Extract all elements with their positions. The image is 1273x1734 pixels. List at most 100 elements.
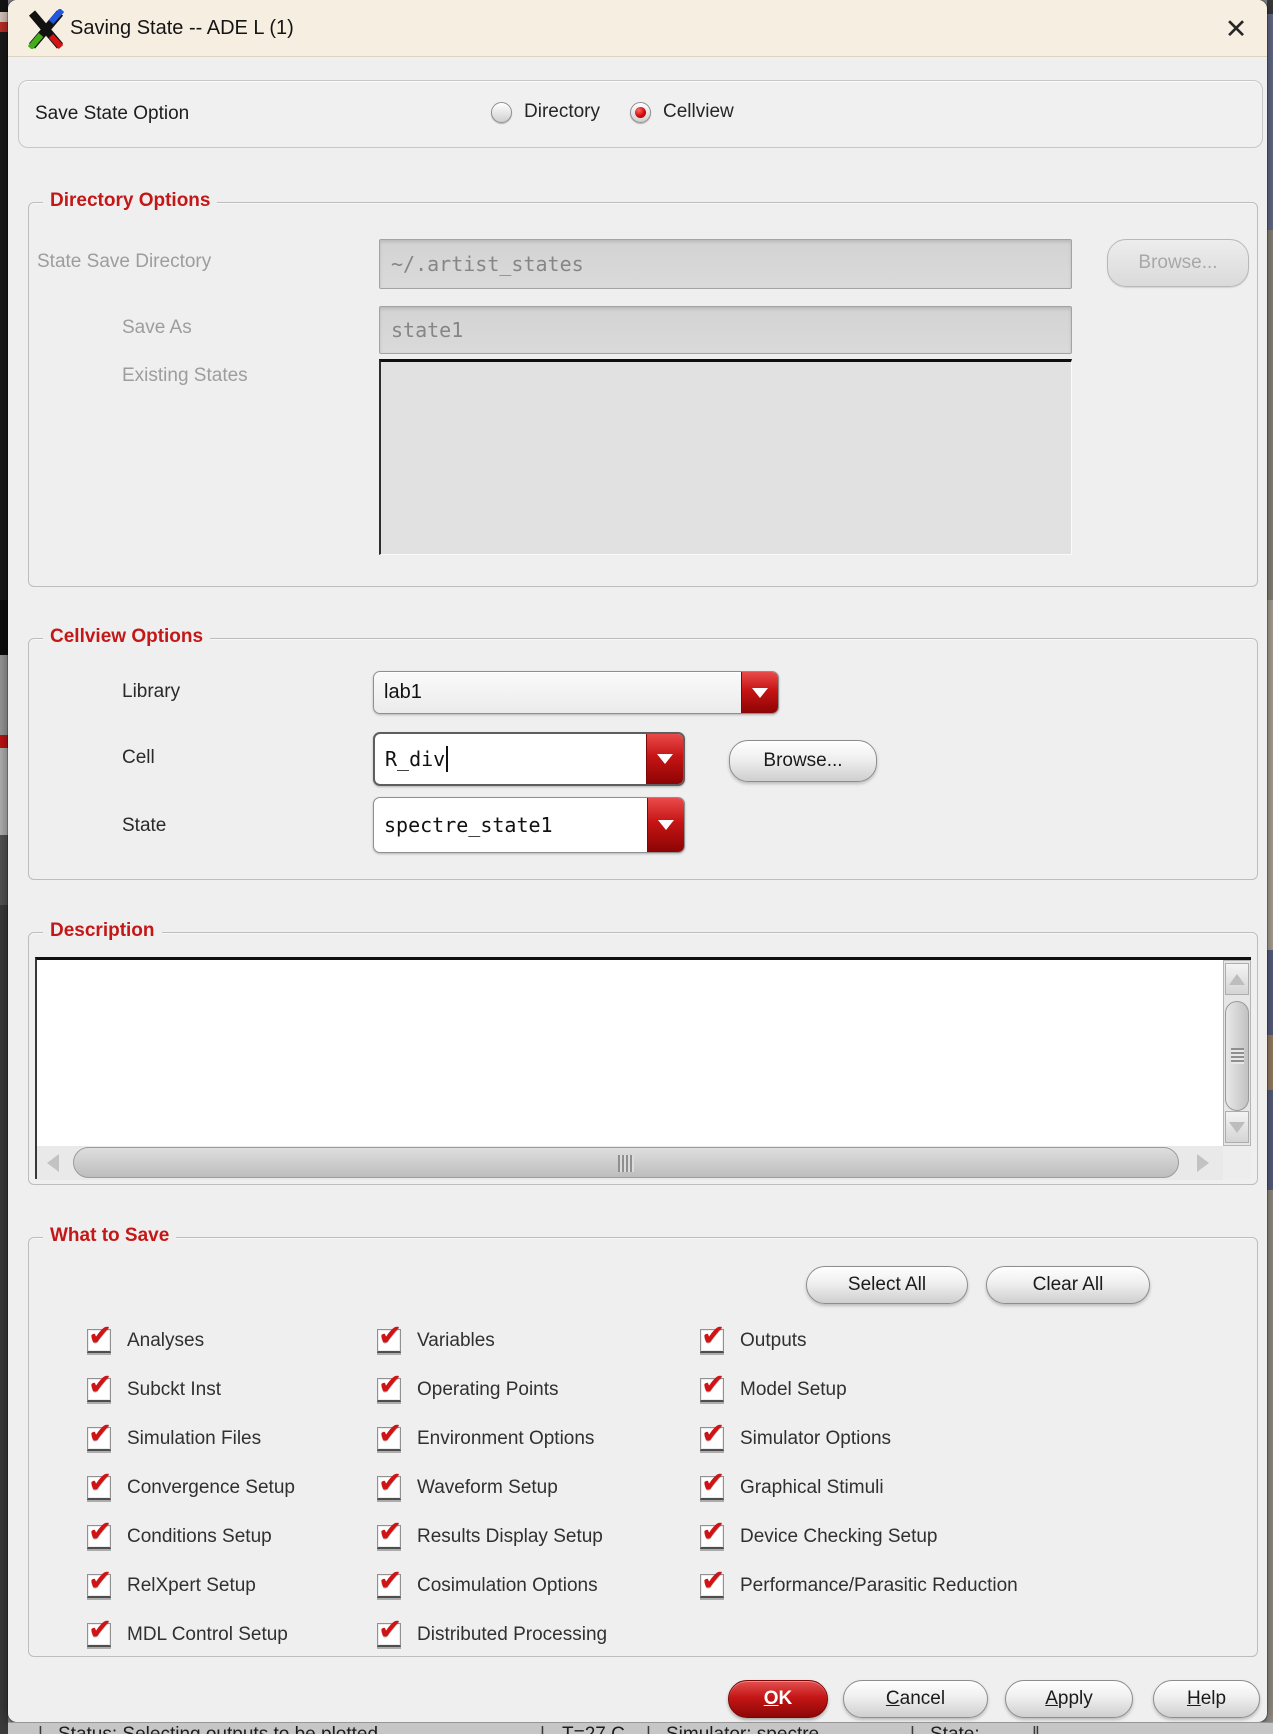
group-description: Description	[28, 920, 1258, 1185]
checkbox-item[interactable]: ✔ Model Setup	[700, 1365, 1241, 1414]
what-to-save-checkbox-grid: ✔ Analyses ✔ Variables ✔ Outputs ✔ Subckt In…	[87, 1316, 1241, 1659]
state-value[interactable]: spectre_state1	[374, 798, 647, 852]
checkbox-item[interactable]: ✔ Analyses	[87, 1316, 377, 1365]
what-to-save-title: What to Save	[43, 1225, 177, 1247]
library-dropdown-button[interactable]	[741, 672, 778, 713]
checkbox-checked-icon[interactable]: ✔	[87, 1614, 112, 1647]
checkbox-item[interactable]: ✔ Simulation Files	[87, 1414, 377, 1463]
checkbox-item[interactable]: ✔ Variables	[377, 1316, 700, 1365]
browse-directory-button: Browse...	[1107, 239, 1249, 287]
checkbox-item[interactable]: ✔ Convergence Setup	[87, 1463, 377, 1512]
cancel-button[interactable]: Cancel	[843, 1680, 988, 1718]
checkbox-checked-icon[interactable]: ✔	[377, 1516, 402, 1549]
state-dropdown-button[interactable]	[647, 798, 684, 852]
state-combobox[interactable]: spectre_state1	[373, 797, 685, 853]
browse-cell-button[interactable]: Browse...	[729, 740, 877, 782]
checkbox-checked-icon[interactable]: ✔	[700, 1418, 725, 1451]
radio-cellview-label[interactable]: Cellview	[663, 101, 734, 123]
scroll-left-button[interactable]	[37, 1148, 69, 1177]
checkbox-checked-icon[interactable]: ✔	[377, 1418, 402, 1451]
checkbox-item[interactable]: ✔ Simulator Options	[700, 1414, 1241, 1463]
scroll-up-icon	[1229, 973, 1245, 985]
close-button[interactable]: ✕	[1216, 12, 1256, 46]
cell-dropdown-button[interactable]	[646, 734, 683, 784]
dropdown-arrow-icon	[657, 754, 673, 764]
description-horizontal-scrollbar[interactable]	[37, 1146, 1223, 1180]
checkbox-checked-icon[interactable]: ✔	[377, 1565, 402, 1598]
checkbox-checked-icon[interactable]: ✔	[700, 1565, 725, 1598]
saving-state-dialog: Saving State -- ADE L (1) ✕ Save State O…	[8, 0, 1267, 1722]
state-save-directory-input: ~/.artist_states	[379, 239, 1072, 289]
save-as-input: state1	[379, 306, 1072, 354]
checkbox-checked-icon[interactable]: ✔	[87, 1565, 112, 1598]
checkbox-checked-icon[interactable]: ✔	[700, 1320, 725, 1353]
checkbox-checked-icon[interactable]: ✔	[700, 1369, 725, 1402]
checkbox-checked-icon[interactable]: ✔	[87, 1516, 112, 1549]
radio-directory-label[interactable]: Directory	[524, 101, 600, 123]
checkbox-item[interactable]: ✔ Subckt Inst	[87, 1365, 377, 1414]
scroll-right-button[interactable]	[1187, 1148, 1219, 1177]
description-title: Description	[43, 920, 162, 942]
cell-combobox[interactable]: R_div	[373, 732, 685, 786]
checkbox-item[interactable]: ✔ Waveform Setup	[377, 1463, 700, 1512]
vertical-scroll-thumb[interactable]	[1225, 1001, 1249, 1111]
description-vertical-scrollbar[interactable]	[1223, 960, 1251, 1146]
library-label: Library	[122, 681, 181, 702]
checkbox-checked-icon[interactable]: ✔	[377, 1467, 402, 1500]
checkbox-item[interactable]: ✔ Distributed Processing	[377, 1610, 700, 1659]
state-save-directory-label: State Save Directory	[37, 251, 212, 272]
checkbox-item[interactable]: ✔ Graphical Stimuli	[700, 1463, 1241, 1512]
library-value[interactable]: lab1	[374, 672, 741, 713]
checkbox-checked-icon[interactable]: ✔	[87, 1418, 112, 1451]
ok-button[interactable]: OK	[728, 1680, 828, 1718]
radio-directory[interactable]	[491, 101, 512, 123]
checkbox-item[interactable]: ✔ Operating Points	[377, 1365, 700, 1414]
scroll-grip-icon	[1231, 1048, 1244, 1064]
checkbox-item[interactable]: ✔ Performance/Parasitic Reduction	[700, 1561, 1241, 1610]
scroll-up-button[interactable]	[1225, 963, 1249, 995]
horizontal-scroll-thumb[interactable]	[73, 1147, 1179, 1178]
save-as-label: Save As	[122, 317, 192, 338]
checkbox-item[interactable]: ✔ Results Display Setup	[377, 1512, 700, 1561]
clear-all-button[interactable]: Clear All	[986, 1266, 1150, 1304]
checkbox-item[interactable]: ✔ Conditions Setup	[87, 1512, 377, 1561]
directory-options-title: Directory Options	[43, 190, 218, 212]
state-label: State	[122, 815, 167, 836]
dialog-titlebar[interactable]: Saving State -- ADE L (1) ✕	[8, 0, 1267, 57]
scroll-down-button[interactable]	[1225, 1111, 1249, 1143]
checkbox-checked-icon[interactable]: ✔	[377, 1369, 402, 1402]
checkbox-checked-icon[interactable]: ✔	[87, 1369, 112, 1402]
checkbox-item[interactable]: ✔ Outputs	[700, 1316, 1241, 1365]
checkbox-checked-icon[interactable]: ✔	[377, 1320, 402, 1353]
background-window-left-edge	[0, 0, 8, 1734]
scroll-grip-icon	[618, 1155, 634, 1172]
checkbox-checked-icon[interactable]: ✔	[87, 1467, 112, 1500]
apply-button[interactable]: Apply	[1005, 1680, 1133, 1718]
screen: Saving State -- ADE L (1) ✕ Save State O…	[0, 0, 1273, 1734]
checkbox-checked-icon[interactable]: ✔	[377, 1614, 402, 1647]
separator: |	[910, 1724, 915, 1734]
checkbox-item[interactable]: ✔ Cosimulation Options	[377, 1561, 700, 1610]
existing-states-listbox[interactable]	[379, 359, 1072, 555]
select-all-button[interactable]: Select All	[806, 1266, 968, 1304]
cadence-x-logo-icon	[27, 7, 65, 54]
cell-value[interactable]: R_div	[375, 734, 646, 784]
dropdown-arrow-icon	[658, 820, 674, 830]
save-state-option-panel: Save State Option Directory Cellview	[18, 80, 1263, 148]
checkbox-checked-icon[interactable]: ✔	[87, 1320, 112, 1353]
library-combobox[interactable]: lab1	[373, 671, 779, 714]
checkbox-checked-icon[interactable]: ✔	[700, 1516, 725, 1549]
help-button[interactable]: Help	[1153, 1680, 1260, 1718]
checkbox-item[interactable]: ✔ Device Checking Setup	[700, 1512, 1241, 1561]
group-cellview-options: Cellview Options Library lab1 Cell R_div…	[28, 626, 1258, 880]
checkbox-item[interactable]: ✔ Environment Options	[377, 1414, 700, 1463]
radio-cellview[interactable]	[630, 101, 652, 123]
checkbox-item[interactable]: ✔ MDL Control Setup	[87, 1610, 377, 1659]
dropdown-arrow-icon	[752, 687, 768, 698]
close-icon: ✕	[1224, 13, 1248, 44]
description-textarea[interactable]	[37, 960, 1223, 1146]
scroll-right-icon	[1197, 1153, 1209, 1172]
checkbox-checked-icon[interactable]: ✔	[700, 1467, 725, 1500]
text-cursor	[446, 746, 449, 772]
checkbox-item[interactable]: ✔ RelXpert Setup	[87, 1561, 377, 1610]
